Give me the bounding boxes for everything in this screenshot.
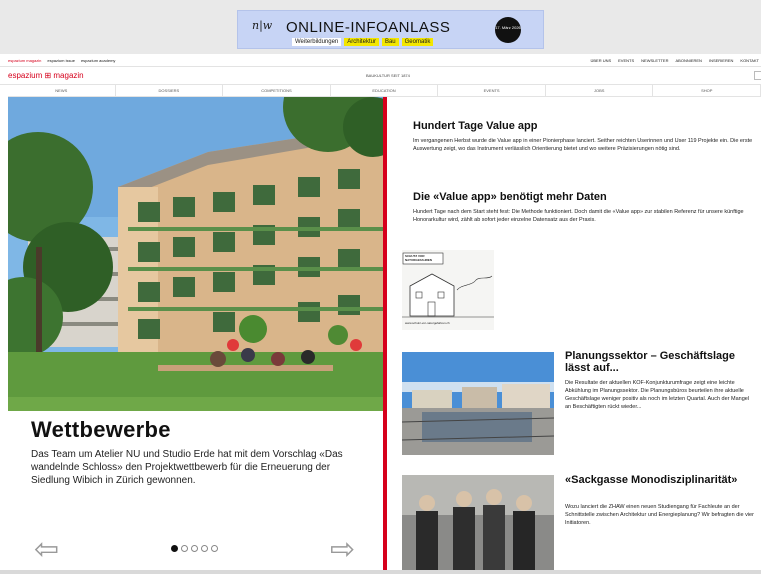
article-title[interactable]: Planungssektor – Geschäftslage lässt auf… — [565, 350, 755, 374]
site-logo[interactable]: espazium ⊞ magazin — [8, 71, 84, 80]
topnav-link[interactable]: espazium magazin — [8, 58, 41, 63]
article-thumbnail[interactable] — [402, 352, 554, 455]
topnav-link[interactable]: EVENTS — [618, 58, 634, 63]
slider-dot[interactable] — [171, 545, 178, 552]
banner-tag: Weiterbildungen — [292, 38, 342, 46]
topnav-link[interactable]: NEWSLETTER — [641, 58, 668, 63]
slider-dot[interactable] — [181, 545, 188, 552]
brand-bar: espazium ⊞ magazin BAUKULTUR SEIT 1874 — [0, 67, 761, 85]
nav-item-competitions[interactable]: COMPETITIONS — [223, 85, 331, 96]
banner-tag: Geomatik — [401, 38, 434, 46]
ad-banner[interactable]: n|w ONLINE-INFOANLASS Weiterbildungen Ar… — [237, 10, 544, 49]
article-list: Hundert Tage Value app Im vergangenen He… — [387, 97, 761, 570]
banner-tag: Bau — [381, 38, 399, 46]
main-navigation: NEWS DOSSIERS COMPETITIONS EDUCATION EVE… — [8, 85, 761, 97]
topnav-link[interactable]: INSERIEREN — [709, 58, 733, 63]
nav-item-news[interactable]: NEWS — [8, 85, 116, 96]
article-title[interactable]: Hundert Tage Value app — [413, 120, 753, 132]
site-tagline: BAUKULTUR SEIT 1874 — [366, 73, 410, 78]
ad-label: SCHUTZ VOR NATURGEFAHREN — [405, 254, 432, 262]
banner-title: ONLINE-INFOANLASS — [286, 19, 451, 36]
slider-dot[interactable] — [211, 545, 218, 552]
nav-item-jobs[interactable]: JOBS — [546, 85, 654, 96]
next-arrow-icon[interactable]: ⇨ — [330, 535, 355, 565]
slider-dot[interactable] — [201, 545, 208, 552]
nav-item-education[interactable]: EDUCATION — [331, 85, 439, 96]
article-teaser: Wozu lanciert die ZHAW einen neuen Studi… — [565, 504, 754, 526]
banner-date-badge: 17. März 2026 — [495, 17, 521, 43]
article-teaser: Im vergangenen Herbst wurde die Value ap… — [413, 138, 753, 152]
banner-tag: Architektur — [344, 38, 379, 46]
nav-item-shop[interactable]: SHOP — [653, 85, 761, 96]
banner-tags: Weiterbildungen Architektur Bau Geomatik — [292, 38, 434, 46]
topnav-link[interactable]: espazium issue — [47, 58, 75, 63]
browser-frame-bottom — [0, 570, 761, 574]
hero-slider: Wettbewerbe Das Team um Atelier NU und S… — [8, 97, 383, 570]
topnav-link[interactable]: ABONNIEREN — [676, 58, 702, 63]
article-thumbnail[interactable] — [402, 475, 554, 570]
search-input[interactable] — [754, 71, 761, 80]
topnav-link[interactable]: espazium academy — [81, 58, 115, 63]
article-title[interactable]: «Sackgasse Monodisziplinarität» — [565, 474, 755, 486]
top-navigation: espazium magazin espazium issue espazium… — [0, 54, 761, 67]
topnav-link[interactable]: ÜBER UNS — [590, 58, 611, 63]
article-teaser: Hundert Tage nach dem Start steht fest: … — [413, 209, 744, 223]
hero-image[interactable] — [8, 97, 383, 411]
ad-url: www.schutz-vor-naturgefahren.ch — [405, 321, 450, 325]
slider-pagination — [171, 545, 218, 552]
prev-arrow-icon[interactable]: ⇦ — [34, 535, 59, 565]
article-title[interactable]: Die «Value app» benötigt mehr Daten — [413, 191, 753, 203]
hero-title[interactable]: Wettbewerbe — [31, 417, 171, 443]
slider-dot[interactable] — [191, 545, 198, 552]
banner-logo: n|w — [252, 19, 273, 32]
naturgefahren-ad[interactable]: SCHUTZ VOR NATURGEFAHREN www.schutz-vor-… — [402, 250, 494, 330]
hero-description: Das Team um Atelier NU und Studio Erde h… — [31, 449, 343, 486]
nav-item-dossiers[interactable]: DOSSIERS — [116, 85, 224, 96]
nav-item-events[interactable]: EVENTS — [438, 85, 546, 96]
article-teaser: Die Resultate der aktuellen KOF-Konjunkt… — [565, 380, 750, 410]
topnav-link[interactable]: KONTAKT — [740, 58, 759, 63]
